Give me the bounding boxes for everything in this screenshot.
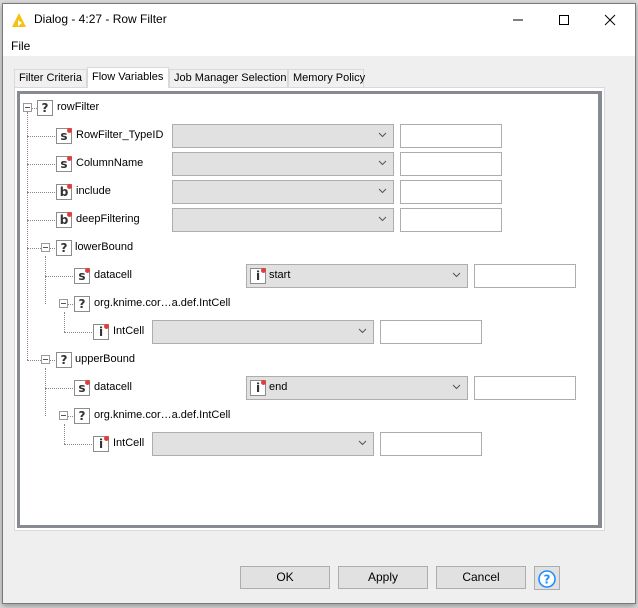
minimize-icon — [513, 19, 523, 21]
tree-guide — [27, 112, 28, 360]
tree-connector — [27, 192, 55, 193]
tab-filter-criteria[interactable]: Filter Criteria — [14, 69, 87, 87]
upperbound-datacell-new-variable-input[interactable] — [474, 376, 576, 400]
setting-new-variable-input[interactable] — [400, 152, 502, 176]
knime-logo-icon — [12, 13, 26, 27]
setting-new-variable-input[interactable] — [400, 208, 502, 232]
root-collapse-toggle[interactable] — [23, 103, 32, 112]
string-type-icon: s — [74, 268, 90, 284]
setting-variable-select[interactable] — [172, 208, 394, 232]
selected-variable: start — [269, 269, 291, 281]
chevron-down-icon — [378, 132, 387, 138]
tree-guide — [45, 368, 46, 416]
unknown-type-icon: ? — [37, 100, 53, 116]
tree-guide — [64, 312, 65, 332]
lowerbound-datacell-new-variable-input[interactable] — [474, 264, 576, 288]
menu-bar: File — [3, 36, 635, 56]
upperbound-intcell-variable-select[interactable] — [152, 432, 374, 456]
unknown-type-icon: ? — [74, 296, 90, 312]
string-type-icon: s — [56, 156, 72, 172]
lowerbound-intcell-new-variable-input[interactable] — [380, 320, 482, 344]
help-button[interactable]: ? — [534, 566, 560, 590]
window-title: Dialog - 4:27 - Row Filter — [34, 12, 167, 26]
tree-connector — [27, 220, 55, 221]
close-icon — [604, 14, 616, 26]
setting-variable-select[interactable] — [172, 124, 394, 148]
lowerbound-collapse-toggle[interactable] — [41, 243, 50, 252]
maximize-button[interactable] — [541, 4, 587, 36]
node-label-lowerbound-intcell: IntCell — [113, 325, 145, 337]
chevron-down-icon — [378, 188, 387, 194]
chevron-down-icon — [378, 160, 387, 166]
lowerbound-intcell-variable-select[interactable] — [152, 320, 374, 344]
chevron-down-icon — [358, 328, 367, 334]
node-label-upperbound-datacell: datacell — [94, 381, 132, 393]
integer-type-icon: i — [250, 268, 266, 284]
tab-job-manager-selection[interactable]: Job Manager Selection — [169, 69, 288, 87]
tree-connector — [68, 304, 73, 305]
tree-connector — [45, 276, 73, 277]
chevron-down-icon — [358, 440, 367, 446]
tree-connector — [27, 136, 55, 137]
upperbound-intcell-group-toggle[interactable] — [59, 411, 68, 420]
chevron-down-icon — [378, 216, 387, 222]
node-label-setting: ColumnName — [76, 157, 144, 169]
tree-connector — [64, 332, 92, 333]
tree-connector — [50, 248, 55, 249]
selected-variable: end — [269, 381, 288, 393]
apply-button[interactable]: Apply — [338, 566, 428, 589]
node-label-upperbound-group: org.knime.cor…a.def.IntCell — [94, 409, 231, 421]
node-label-upperbound: upperBound — [75, 353, 135, 365]
node-label-lowerbound-datacell: datacell — [94, 269, 132, 281]
tree-connector — [68, 416, 73, 417]
integer-type-icon: i — [93, 324, 109, 340]
menu-file[interactable]: File — [11, 39, 30, 53]
title-bar[interactable]: Dialog - 4:27 - Row Filter — [3, 4, 635, 36]
node-label-setting: deepFiltering — [76, 213, 140, 225]
node-label-upperbound-intcell: IntCell — [113, 437, 145, 449]
tree-guide — [64, 424, 65, 444]
setting-new-variable-input[interactable] — [400, 180, 502, 204]
minimize-button[interactable] — [495, 4, 541, 36]
unknown-type-icon: ? — [74, 408, 90, 424]
tree-guide — [45, 256, 46, 304]
integer-type-icon: i — [250, 380, 266, 396]
tree-connector — [45, 388, 73, 389]
boolean-type-icon: b — [56, 184, 72, 200]
tree-connector — [27, 164, 55, 165]
tree-connector — [64, 444, 92, 445]
lowerbound-intcell-group-toggle[interactable] — [59, 299, 68, 308]
maximize-icon — [559, 15, 569, 25]
unknown-type-icon: ? — [56, 352, 72, 368]
ok-button[interactable]: OK — [240, 566, 330, 589]
unknown-type-icon: ? — [56, 240, 72, 256]
chevron-down-icon — [452, 272, 461, 278]
cancel-button[interactable]: Cancel — [436, 566, 526, 589]
tab-memory-policy[interactable]: Memory Policy — [288, 69, 365, 87]
node-label-lowerbound: lowerBound — [75, 241, 134, 253]
node-label-rowfilter: rowFilter — [57, 101, 100, 113]
setting-variable-select[interactable] — [172, 180, 394, 204]
tree-connector — [50, 360, 55, 361]
node-label-setting: include — [76, 185, 111, 197]
setting-new-variable-input[interactable] — [400, 124, 502, 148]
tree-connector — [27, 360, 41, 361]
tree-connector — [27, 248, 41, 249]
integer-type-icon: i — [93, 436, 109, 452]
upperbound-collapse-toggle[interactable] — [41, 355, 50, 364]
svg-text:?: ? — [544, 573, 551, 587]
string-type-icon: s — [74, 380, 90, 396]
help-question-icon: ? — [538, 570, 556, 588]
boolean-type-icon: b — [56, 212, 72, 228]
chevron-down-icon — [452, 384, 461, 390]
node-label-setting: RowFilter_TypeID — [76, 129, 164, 141]
string-type-icon: s — [56, 128, 72, 144]
upperbound-datacell-variable-select[interactable]: i end — [246, 376, 468, 400]
upperbound-intcell-new-variable-input[interactable] — [380, 432, 482, 456]
lowerbound-datacell-variable-select[interactable]: i start — [246, 264, 468, 288]
setting-variable-select[interactable] — [172, 152, 394, 176]
close-button[interactable] — [587, 4, 633, 36]
node-label-lowerbound-group: org.knime.cor…a.def.IntCell — [94, 297, 231, 309]
tab-flow-variables[interactable]: Flow Variables — [87, 67, 169, 88]
